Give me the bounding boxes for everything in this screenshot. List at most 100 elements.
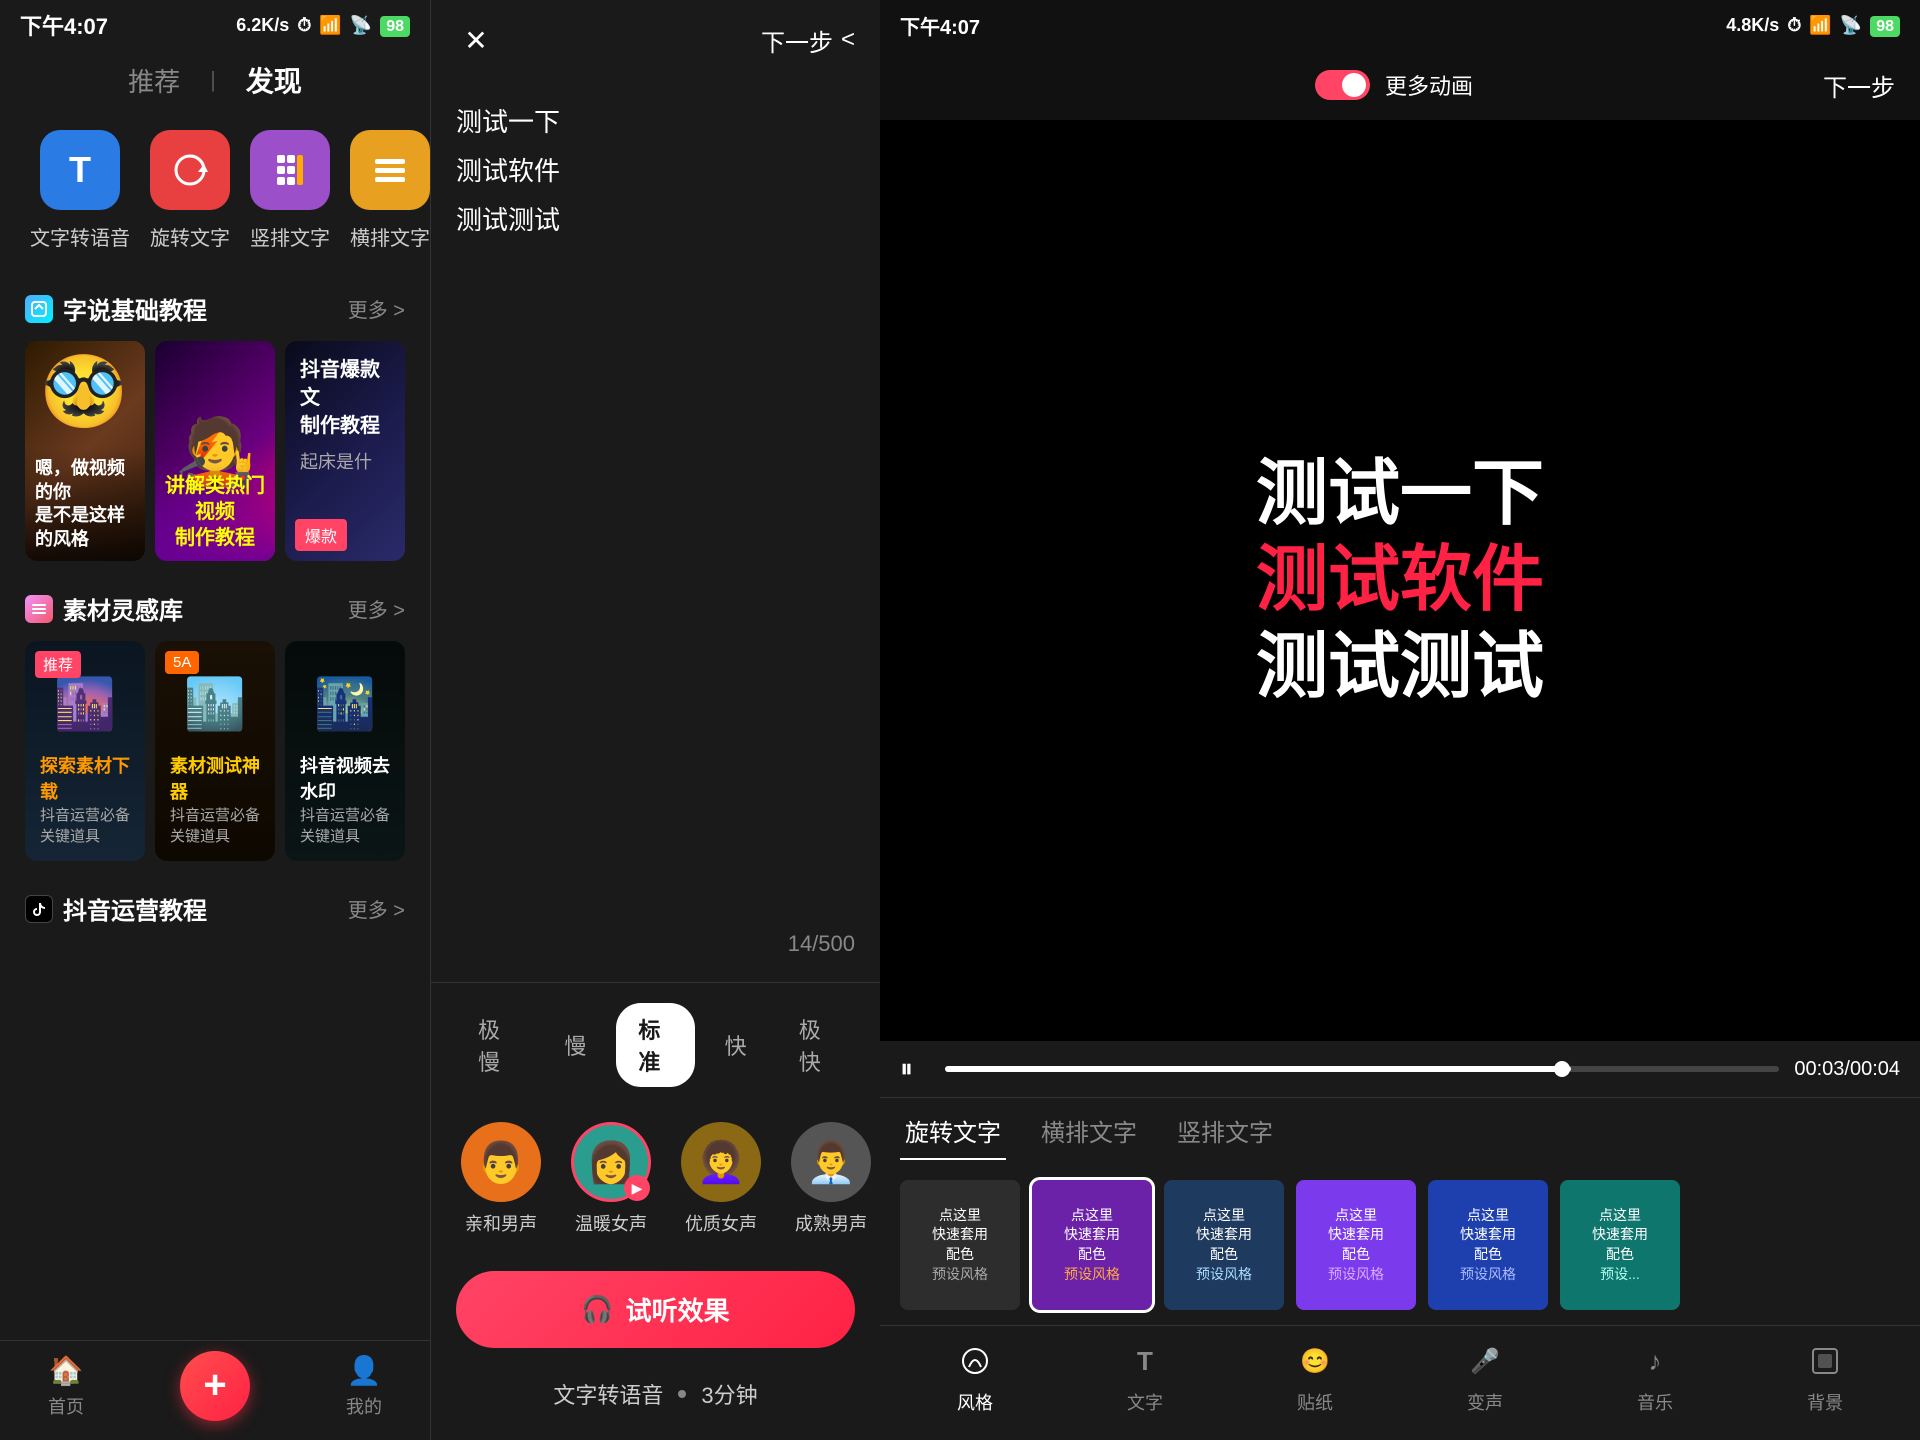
footer-dot: [678, 1390, 686, 1398]
nav-add-button[interactable]: +: [180, 1351, 250, 1421]
nav-discover[interactable]: 发现: [246, 60, 302, 100]
tutorial-card-3-label: 抖音爆款文制作教程: [300, 356, 390, 440]
section-material-title: 素材灵感库: [25, 591, 183, 626]
tutorial-card-3[interactable]: 抖音爆款文制作教程 起床是什 爆款: [285, 341, 405, 561]
video-line-2: 测试软件: [1256, 537, 1544, 623]
close-button[interactable]: ✕: [456, 20, 496, 60]
video-line-3: 测试测试: [1256, 624, 1544, 710]
tutorial-section-icon: [25, 295, 53, 323]
preset-1[interactable]: 点这里快速套用配色预设风格: [900, 1180, 1020, 1310]
tool-voice-change[interactable]: 🎤 变声: [1465, 1341, 1505, 1415]
clock-icon: ⏱: [297, 15, 311, 36]
icon-horizontal-text[interactable]: 横排文字: [350, 130, 430, 251]
editor-footer: 文字转语音 3分钟: [431, 1363, 880, 1440]
rotate-text-label: 旋转文字: [150, 222, 230, 251]
text-line-3: 测试测试: [456, 198, 855, 242]
footer-duration: 3分钟: [701, 1378, 757, 1410]
time-left: 下午4:07: [20, 9, 108, 41]
voice-avatar-4: 👨‍💼: [791, 1122, 871, 1202]
nav-home[interactable]: 🏠 首页: [48, 1353, 84, 1419]
preview-label: 试听效果: [626, 1291, 730, 1328]
material-card-3[interactable]: 🌃 抖音视频去水印 抖音运营必备关键道具: [285, 641, 405, 861]
nav-profile[interactable]: 👤 我的: [346, 1353, 382, 1419]
left-panel: 下午4:07 6.2K/s ⏱ 📶 📡 98 推荐 | 发现 T 文字转语音 旋…: [0, 0, 430, 1440]
animation-toggle[interactable]: [1315, 70, 1370, 100]
video-controls: ⏸ 00:03/00:04: [880, 1041, 1920, 1097]
voice-avatar-3: 👩‍🦱: [681, 1122, 761, 1202]
tool-sticker[interactable]: 😊 贴纸: [1295, 1341, 1335, 1415]
voice-item-4[interactable]: 👨‍💼 成熟男声: [786, 1122, 876, 1236]
preview-icon: 🎧: [581, 1294, 613, 1325]
material-more-link[interactable]: 更多 >: [348, 594, 405, 623]
signal-icon: 📶: [319, 15, 341, 36]
preview-button[interactable]: 🎧 试听效果: [456, 1271, 855, 1348]
style-tabs: 旋转文字 横排文字 竖排文字: [880, 1097, 1920, 1165]
speed-slow[interactable]: 慢: [542, 1019, 608, 1071]
text-editor[interactable]: 测试一下 测试软件 测试测试 14/500: [431, 80, 880, 982]
next-step-button[interactable]: 下一步: [1823, 68, 1895, 103]
voice-item-2[interactable]: 👩 ▶ 温暖女声: [566, 1122, 656, 1236]
feature-icon-grid: T 文字转语音 旋转文字 竖排文字 横排文字: [0, 120, 430, 281]
tiktok-more-link[interactable]: 更多 >: [348, 894, 405, 923]
preset-6[interactable]: 点这里快速套用配色预设...: [1560, 1180, 1680, 1310]
style-presets: 点这里快速套用配色预设风格 点这里快速套用配色预设风格 点这里快速套用配色预设风…: [880, 1165, 1920, 1325]
tool-style[interactable]: 风格: [955, 1341, 995, 1415]
tab-rotate-text[interactable]: 旋转文字: [900, 1103, 1006, 1160]
tutorial-cards: 🥸 嗯，做视频的你 是不是这样的风格 🧑‍🎤 讲解类热门视频 制作教程 抖音爆款…: [0, 341, 430, 581]
horizontal-text-label: 横排文字: [350, 222, 430, 251]
voice-item-3[interactable]: 👩‍🦱 优质女声: [676, 1122, 766, 1236]
char-count: 14/500: [788, 925, 855, 962]
nav-divider: |: [210, 67, 216, 93]
material-section-icon: [25, 595, 53, 623]
speed-fast[interactable]: 快: [703, 1019, 769, 1071]
speed-very-slow[interactable]: 极慢: [456, 1003, 534, 1087]
toggle-knob: [1342, 73, 1366, 97]
signal-icon-right: 📶: [1809, 15, 1831, 36]
speed-normal[interactable]: 标准: [616, 1003, 694, 1087]
tool-music[interactable]: ♪ 音乐: [1635, 1341, 1675, 1415]
right-panel: 下午4:07 4.8K/s ⏱ 📶 📡 98 更多动画 下一步 测试一下 测试软…: [880, 0, 1920, 1440]
preset-5[interactable]: 点这里快速套用配色预设风格: [1428, 1180, 1548, 1310]
play-pause-button[interactable]: ⏸: [900, 1053, 930, 1085]
progress-bar[interactable]: [945, 1066, 1779, 1072]
material-badge-2: 5A: [165, 651, 199, 674]
footer-title: 文字转语音: [553, 1378, 663, 1410]
wifi-icon: 📡: [350, 15, 372, 36]
status-icons-right: 4.8K/s ⏱ 📶 📡 98: [1726, 15, 1900, 36]
horizontal-text-icon: [350, 130, 430, 210]
style-icon: [955, 1341, 995, 1381]
tutorial-card-2[interactable]: 🧑‍🎤 讲解类热门视频 制作教程: [155, 341, 275, 561]
preset-3[interactable]: 点这里快速套用配色预设风格: [1164, 1180, 1284, 1310]
video-header: 更多动画 下一步: [880, 50, 1920, 120]
tab-horizontal-text[interactable]: 横排文字: [1036, 1103, 1142, 1160]
music-icon: ♪: [1635, 1341, 1675, 1381]
profile-icon: 👤: [346, 1353, 382, 1389]
voice-item-1[interactable]: 👨 亲和男声: [456, 1122, 546, 1236]
material-card-2[interactable]: 5A 🏙️ 素材测试神器 抖音运营必备关键道具: [155, 641, 275, 861]
preset-2[interactable]: 点这里快速套用配色预设风格: [1032, 1180, 1152, 1310]
tutorial-more-link[interactable]: 更多 >: [348, 294, 405, 323]
speed-very-fast[interactable]: 极快: [777, 1003, 855, 1087]
text-tool-icon: T: [1125, 1341, 1165, 1381]
nav-recommend[interactable]: 推荐: [128, 62, 180, 99]
icon-rotate-text[interactable]: 旋转文字: [150, 130, 230, 251]
icon-text-to-speech[interactable]: T 文字转语音: [30, 130, 130, 251]
status-bar-right: 下午4:07 4.8K/s ⏱ 📶 📡 98: [880, 0, 1920, 50]
section-material-header: 素材灵感库 更多 >: [0, 581, 430, 641]
material-card-1[interactable]: 推荐 🌆 探索素材下载 抖音运营必备关键道具: [25, 641, 145, 861]
rotate-text-icon: [150, 130, 230, 210]
toggle-label: 更多动画: [1385, 69, 1473, 101]
wifi-icon-right: 📡: [1840, 15, 1862, 36]
speed-left: 6.2K/s: [236, 15, 289, 36]
next-button[interactable]: 下一步 <: [761, 23, 855, 58]
text-line-1: 测试一下: [456, 100, 855, 144]
tab-vertical-text[interactable]: 竖排文字: [1172, 1103, 1278, 1160]
status-icons-left: 6.2K/s ⏱ 📶 📡 98: [236, 15, 410, 36]
tool-text[interactable]: T 文字: [1125, 1341, 1165, 1415]
preset-4[interactable]: 点这里快速套用配色预设风格: [1296, 1180, 1416, 1310]
icon-vertical-text[interactable]: 竖排文字: [250, 130, 330, 251]
tutorial-card-1[interactable]: 🥸 嗯，做视频的你 是不是这样的风格: [25, 341, 145, 561]
tool-background[interactable]: 背景: [1805, 1341, 1845, 1415]
header-toggle-area: 更多动画: [1315, 69, 1473, 101]
tutorial-card-1-label: 嗯，做视频的你 是不是这样的风格: [25, 447, 145, 561]
